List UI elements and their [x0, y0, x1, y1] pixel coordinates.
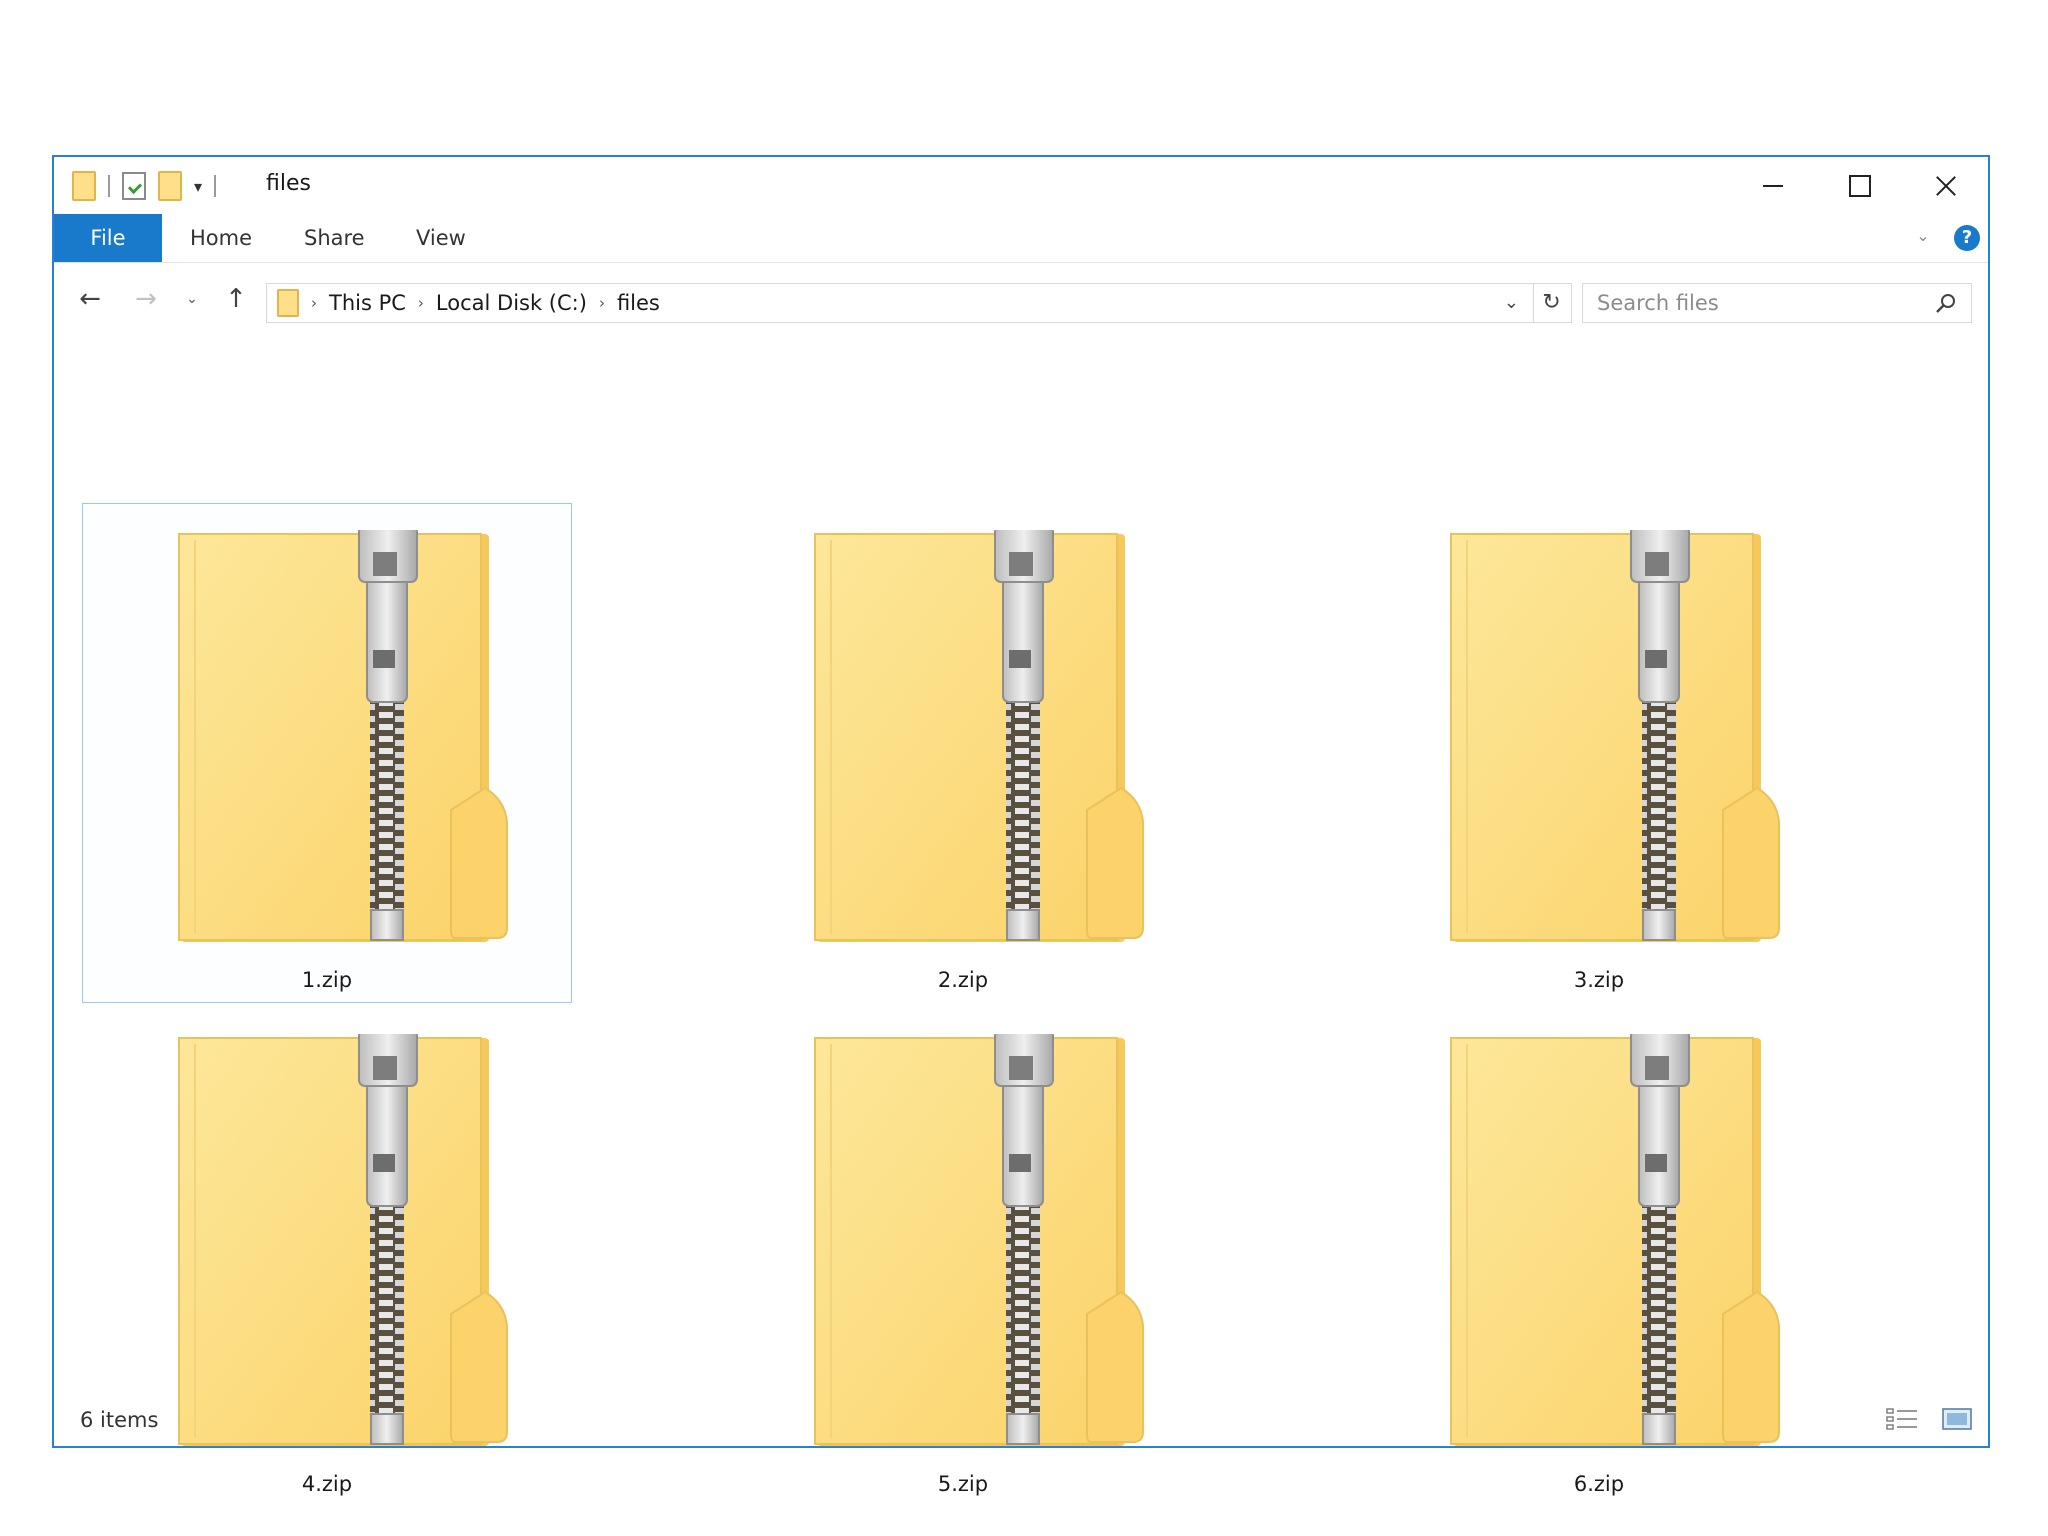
minimize-button[interactable]: [1733, 157, 1813, 214]
item-count: 6 items: [80, 1408, 159, 1432]
folder-icon[interactable]: [72, 171, 96, 201]
window-title: files: [266, 171, 311, 196]
file-name: 6.zip: [1573, 1472, 1625, 1496]
zip-folder-icon: [1445, 1034, 1785, 1446]
recent-locations-chevron-icon[interactable]: ⌄: [174, 281, 210, 317]
maximize-icon: [1849, 174, 1871, 197]
search-box[interactable]: [1582, 283, 1972, 323]
zip-folder-icon: [809, 1034, 1149, 1446]
zip-folder-icon: [809, 530, 1149, 942]
close-button[interactable]: [1906, 157, 1986, 214]
address-history-chevron-icon[interactable]: ⌄: [1504, 284, 1519, 322]
forward-arrow-icon[interactable]: →: [128, 281, 164, 317]
zip-folder-icon: [173, 1034, 513, 1446]
toolbar-separator: [108, 175, 110, 197]
zip-folder-icon: [173, 530, 513, 942]
folder-icon: [277, 289, 299, 317]
help-icon[interactable]: ?: [1954, 225, 1980, 251]
chevron-right-icon[interactable]: ›: [311, 294, 317, 312]
tab-view[interactable]: View: [416, 214, 466, 262]
large-icons-view-icon[interactable]: [1942, 1406, 1972, 1432]
maximize-button[interactable]: [1820, 157, 1900, 214]
toolbar-separator: [214, 175, 217, 197]
zip-folder-icon: [1445, 530, 1785, 942]
breadcrumb-local-disk[interactable]: Local Disk (C:): [436, 291, 587, 315]
file-name: 2.zip: [937, 968, 989, 992]
file-item[interactable]: 1.zip: [82, 503, 572, 1003]
file-name: 3.zip: [1573, 968, 1625, 992]
file-explorer-window: ▾ files File Home Share View ⌄ ? ← → ⌄ ↑…: [52, 155, 1990, 1496]
tab-file[interactable]: File: [54, 214, 162, 262]
address-bar[interactable]: › This PC › Local Disk (C:) › files ⌄: [266, 283, 1534, 323]
close-icon: [1935, 175, 1957, 197]
refresh-icon[interactable]: ↻: [1532, 283, 1572, 323]
minimize-icon: [1763, 184, 1783, 187]
file-item[interactable]: 3.zip: [1354, 503, 1844, 1003]
title-bar: ▾ files: [54, 157, 1988, 214]
chevron-right-icon[interactable]: ›: [599, 294, 605, 312]
file-name: 5.zip: [937, 1472, 989, 1496]
status-bar: 6 items: [54, 1394, 1988, 1446]
breadcrumb-this-pc[interactable]: This PC: [329, 291, 406, 315]
breadcrumb-files[interactable]: files: [617, 291, 660, 315]
search-icon[interactable]: [1935, 292, 1957, 314]
quick-access-toolbar: ▾: [72, 171, 217, 201]
details-view-icon[interactable]: [1886, 1406, 1918, 1432]
tab-home[interactable]: Home: [190, 214, 252, 262]
file-name: 4.zip: [301, 1472, 353, 1496]
back-arrow-icon[interactable]: ←: [72, 281, 108, 317]
up-arrow-icon[interactable]: ↑: [218, 281, 254, 317]
navigation-bar: ← → ⌄ ↑ › This PC › Local Disk (C:) › fi…: [54, 263, 1988, 337]
ribbon-tabs: File Home Share View ⌄ ?: [54, 214, 1988, 263]
properties-icon[interactable]: [122, 172, 146, 200]
chevron-right-icon[interactable]: ›: [418, 294, 424, 312]
expand-ribbon-chevron-icon[interactable]: ⌄: [1913, 226, 1933, 246]
file-grid: 1.zip 2.zip 3.zip 4.zip 5.zip 6.zip: [54, 337, 1988, 1496]
file-item[interactable]: 2.zip: [718, 503, 1208, 1003]
customize-toolbar-dropdown-icon[interactable]: ▾: [194, 177, 202, 196]
tab-share[interactable]: Share: [304, 214, 365, 262]
breadcrumb: › This PC › Local Disk (C:) › files: [277, 284, 660, 322]
file-name: 1.zip: [301, 968, 353, 992]
search-input[interactable]: [1597, 288, 1917, 318]
new-folder-icon[interactable]: [158, 171, 182, 201]
